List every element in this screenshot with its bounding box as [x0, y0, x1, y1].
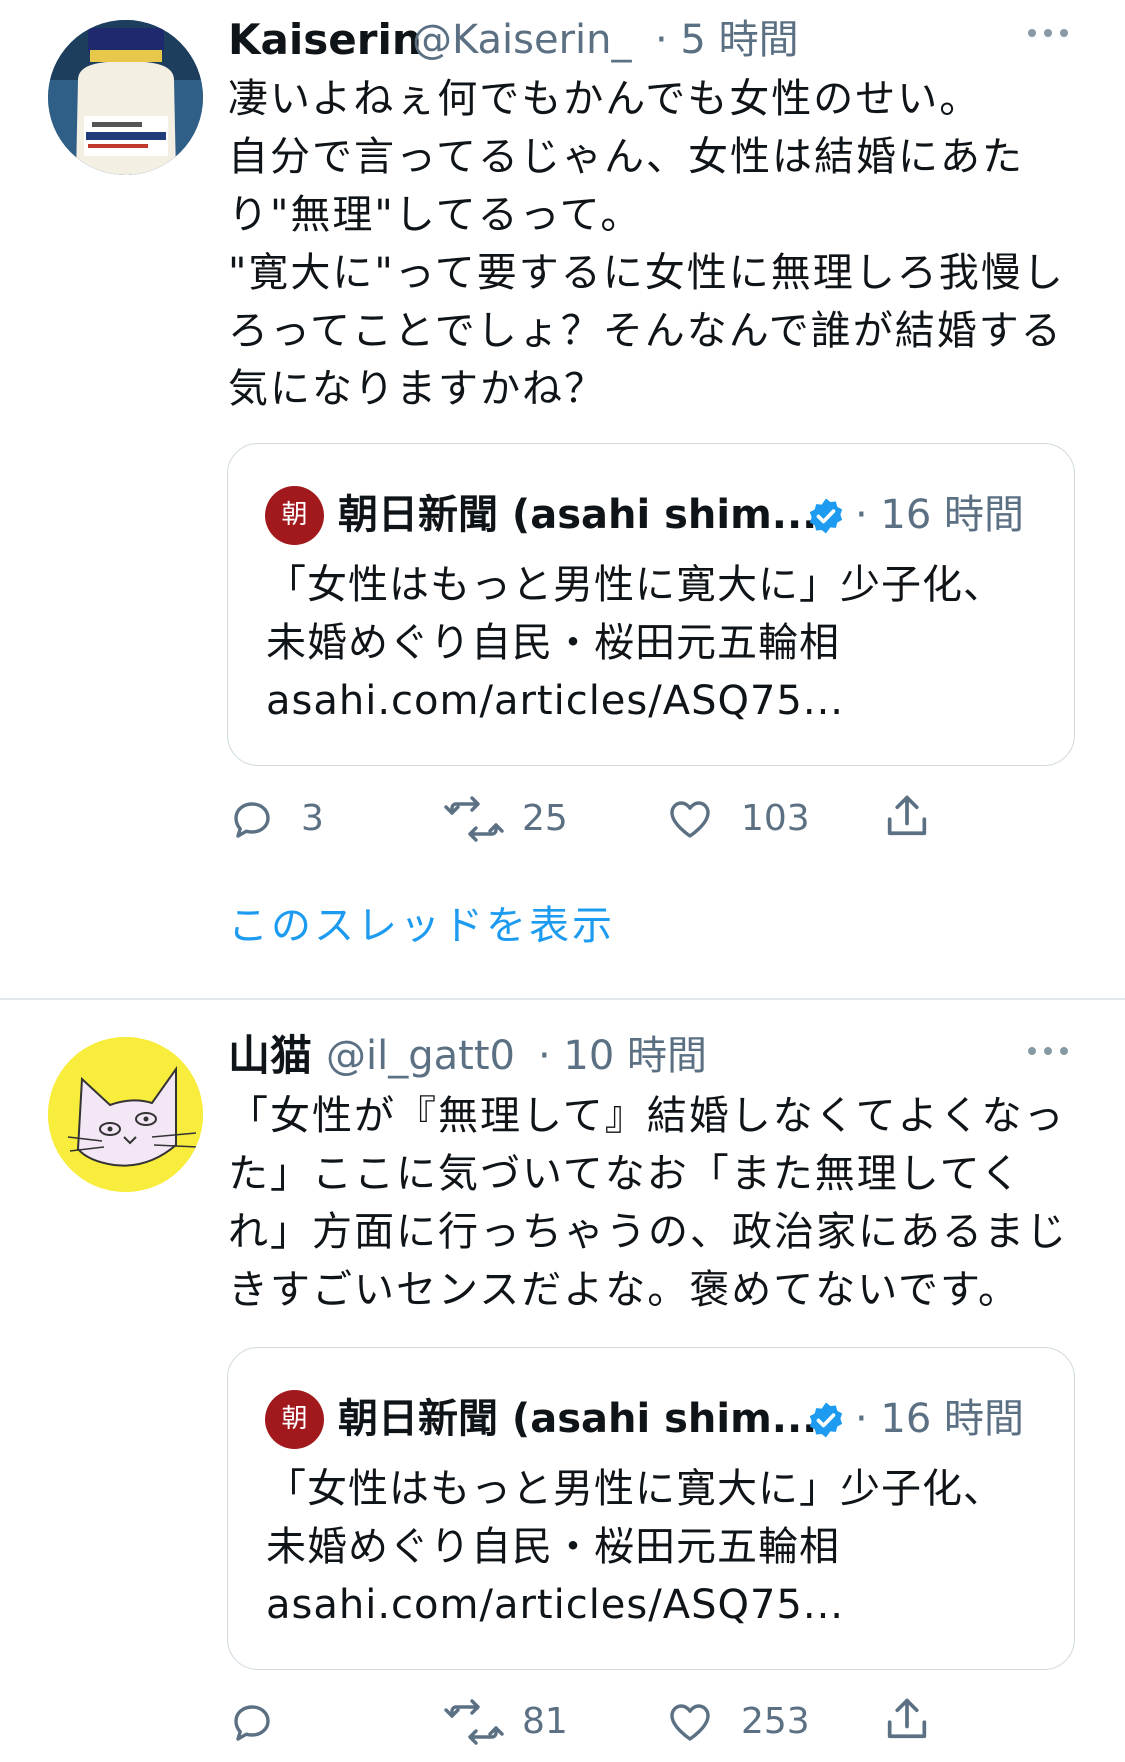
- tweet-text: 「女性が『無理して』結婚しなくてよくなっ た」ここに気づいてなお「また無理してく…: [228, 1087, 1088, 1319]
- tweet-text-line: きすごいセンスだよな。褒めてないです。: [228, 1267, 1020, 1313]
- tweet-text-line: "寛大に"って要するに女性に無理しろ我慢し: [228, 250, 1065, 296]
- tweet-text-line: 「女性が『無理して』結婚しなくてよくなっ: [228, 1093, 1066, 1139]
- tweet-text-line: 自分で言ってるじゃん、女性は結婚にあた: [228, 134, 1024, 180]
- tweet-text-line: 凄いよねぇ何でもかんでも女性のせい。: [228, 76, 982, 122]
- verified-icon: [809, 1402, 843, 1438]
- quoted-time: · 16 時間: [855, 492, 1025, 538]
- like-count: 253: [741, 1701, 810, 1742]
- author-handle[interactable]: @il_gatt0: [326, 1030, 515, 1082]
- author-name[interactable]: 山猫: [228, 1030, 312, 1082]
- share-button[interactable]: [881, 1692, 941, 1752]
- share-icon: [887, 1698, 927, 1739]
- quoted-tweet[interactable]: 朝 朝日新聞 (asahi shim... · 16 時間 「女性はもっと男性に…: [227, 443, 1075, 766]
- reply-icon: [234, 802, 270, 838]
- avatar[interactable]: [48, 1037, 203, 1192]
- tweet-text-line: 気になりますかね？: [228, 366, 606, 412]
- cat-avatar-image: [48, 1037, 203, 1192]
- tweet-text-line: ろってことでしょ？そんなんで誰が結婚する: [228, 308, 1063, 354]
- asahi-logo: 朝: [265, 486, 324, 545]
- like-button[interactable]: 103: [665, 789, 835, 849]
- verified-icon: [809, 498, 843, 534]
- author-name[interactable]: Kaiserin: [228, 14, 422, 66]
- more-icon[interactable]: [1028, 22, 1072, 42]
- reply-button[interactable]: 3: [228, 789, 378, 849]
- more-icon[interactable]: [1028, 1040, 1072, 1060]
- share-icon: [887, 795, 927, 836]
- retweet-count: 25: [522, 798, 568, 839]
- tweet-text-line: た」ここに気づいてなお「また無理してく: [228, 1151, 1023, 1197]
- quoted-author-name: 朝日新聞 (asahi shim...: [338, 492, 818, 538]
- quoted-time: · 16 時間: [855, 1396, 1025, 1442]
- quoted-text-line: 「女性はもっと男性に寛大に」少子化、: [266, 1466, 1004, 1512]
- retweet-count: 81: [522, 1701, 568, 1742]
- reply-button[interactable]: [228, 1692, 378, 1752]
- like-button[interactable]: 253: [665, 1692, 835, 1752]
- share-button[interactable]: [881, 789, 941, 849]
- retweet-button[interactable]: 81: [444, 1692, 604, 1752]
- tweet-time[interactable]: · 10 時間: [538, 1030, 707, 1082]
- quoted-text-line: asahi.com/articles/ASQ75...: [266, 678, 845, 724]
- quoted-text-line: 未婚めぐり自民・桜田元五輪相: [266, 1524, 840, 1570]
- quoted-author-name: 朝日新聞 (asahi shim...: [338, 1396, 818, 1442]
- author-handle[interactable]: @Kaiserin_: [412, 14, 632, 66]
- tweet-text-line: れ」方面に行っちゃうの、政治家にあるまじ: [228, 1209, 1068, 1255]
- tweet-kaiserin[interactable]: Kaiserin @Kaiserin_ · 5 時間 凄いよねぇ何でもかんでも女…: [0, 0, 1125, 998]
- tweet-text-line: り"無理"してるって。: [228, 192, 643, 238]
- tweet-actions: 81 253: [228, 1692, 1068, 1752]
- reply-icon: [234, 1705, 270, 1741]
- show-thread-link[interactable]: このスレッドを表示: [228, 900, 615, 952]
- like-icon: [670, 1704, 710, 1741]
- tweet-time[interactable]: · 5 時間: [655, 14, 799, 66]
- reply-count: 3: [301, 798, 324, 839]
- bottle-avatar-image: [48, 20, 203, 175]
- retweet-icon: [444, 1699, 504, 1745]
- quoted-text-line: asahi.com/articles/ASQ75...: [266, 1582, 845, 1628]
- avatar[interactable]: [48, 20, 203, 175]
- like-icon: [670, 801, 710, 838]
- tweet-yamaneko[interactable]: 山猫 @il_gatt0 · 10 時間 「女性が『無理して』結婚しなくてよくな…: [0, 1000, 1125, 1762]
- quoted-text: 「女性はもっと男性に寛大に」少子化、 未婚めぐり自民・桜田元五輪相 asahi.…: [266, 1460, 1004, 1634]
- quoted-text-line: 「女性はもっと男性に寛大に」少子化、: [266, 562, 1004, 608]
- quoted-text-line: 未婚めぐり自民・桜田元五輪相: [266, 620, 840, 666]
- tweet-text: 凄いよねぇ何でもかんでも女性のせい。 自分で言ってるじゃん、女性は結婚にあた り…: [228, 70, 1088, 418]
- like-count: 103: [741, 798, 810, 839]
- retweet-button[interactable]: 25: [444, 789, 604, 849]
- tweet-actions: 3 25 103: [228, 789, 1068, 849]
- quoted-tweet[interactable]: 朝 朝日新聞 (asahi shim... · 16 時間 「女性はもっと男性に…: [227, 1347, 1075, 1670]
- quoted-text: 「女性はもっと男性に寛大に」少子化、 未婚めぐり自民・桜田元五輪相 asahi.…: [266, 556, 1004, 730]
- retweet-icon: [444, 796, 504, 842]
- asahi-logo: 朝: [265, 1390, 324, 1449]
